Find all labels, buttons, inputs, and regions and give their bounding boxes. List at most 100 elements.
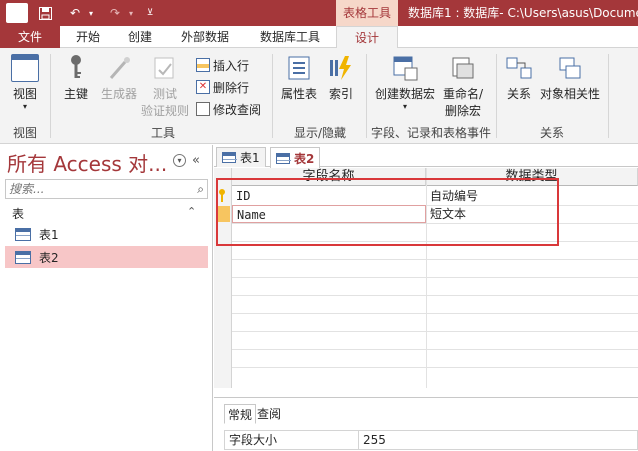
nav-item-table1[interactable]: 表1 — [5, 223, 208, 245]
object-dependencies-label: 对象相关性 — [539, 87, 600, 101]
redo-dropdown-icon[interactable]: ▾ — [126, 3, 136, 23]
nav-title-buttons: ▾ « — [173, 153, 200, 168]
delete-rows-button[interactable]: ✕ 删除行 — [196, 78, 249, 96]
access-app-icon[interactable]: A — [6, 3, 28, 23]
group-separator — [50, 54, 51, 138]
modify-lookups-label: 修改查阅 — [213, 102, 262, 117]
table-icon — [276, 152, 291, 164]
primary-key-label: 主键 — [63, 87, 88, 101]
property-row-field-size[interactable]: 字段大小 255 — [224, 430, 638, 450]
insert-rows-icon — [196, 58, 210, 72]
table-icon — [15, 227, 31, 241]
doc-tab-table2[interactable]: 表2 — [270, 147, 321, 168]
ribbon: 视图 ▾ 视图 主键 生成器 测试 验证规则 插入行 ✕ 删除行 修改查阅 工具 — [0, 48, 638, 144]
navigation-pane: 所有 Access 对... ▾ « ⌕ 表 ⌃ 表1 表2 — [0, 145, 213, 451]
test-rules-icon — [151, 54, 179, 82]
builder-label: 生成器 — [100, 87, 137, 101]
collapse-group-icon[interactable]: ⌃ — [187, 205, 196, 218]
group-separator — [366, 54, 367, 138]
nav-pane-title[interactable]: 所有 Access 对... — [7, 148, 167, 177]
customize-toolbar-icon[interactable]: ⊻ — [144, 3, 156, 23]
tab-lookup[interactable]: 查阅 — [254, 404, 284, 424]
grid-line — [232, 331, 638, 332]
test-validation-rules-button[interactable]: 测试 验证规则 — [140, 54, 190, 119]
grid-line — [232, 349, 638, 350]
highlight-annotation-box — [216, 178, 559, 246]
grid-line — [232, 277, 638, 278]
contextual-tab-table-tools: 表格工具 — [336, 0, 398, 26]
indexes-button[interactable]: 索引 — [324, 54, 358, 102]
grid-line — [232, 367, 638, 368]
delete-rows-label: 删除行 — [213, 80, 250, 95]
property-sheet-button[interactable]: 属性表 — [278, 54, 320, 102]
create-data-macro-button[interactable]: 创建数据宏 ▾ — [370, 54, 440, 111]
test-rules-label-2: 验证规则 — [140, 104, 189, 118]
tab-file[interactable]: 文件 — [0, 26, 60, 48]
search-icon[interactable]: ⌕ — [197, 182, 204, 197]
tab-home[interactable]: 开始 — [66, 26, 110, 48]
document-tabs: 表1 表2 — [214, 145, 638, 168]
nav-item-label: 表1 — [39, 227, 59, 242]
undo-icon[interactable]: ↶ — [66, 3, 84, 23]
create-macro-dropdown-icon: ▾ — [402, 102, 407, 111]
rename-delete-macro-button[interactable]: 重命名/ 删除宏 — [440, 54, 486, 119]
property-key: 字段大小 — [225, 431, 359, 449]
nav-item-table2[interactable]: 表2 — [5, 246, 208, 268]
group-separator — [272, 54, 273, 138]
data-macro-icon — [391, 54, 419, 82]
tab-database-tools[interactable]: 数据库工具 — [250, 26, 330, 48]
indexes-lightning-icon — [327, 54, 355, 82]
property-value[interactable]: 255 — [359, 431, 637, 449]
field-properties-pane: 常规 查阅 字段大小 255 — [214, 397, 638, 451]
nav-search-box: ⌕ — [5, 179, 208, 199]
shutter-bar-close-icon[interactable]: « — [192, 153, 200, 168]
group-separator — [496, 54, 497, 138]
modify-lookups-icon — [196, 102, 210, 116]
undo-dropdown-icon[interactable]: ▾ — [86, 3, 96, 23]
grid-line — [232, 295, 638, 296]
tab-general[interactable]: 常规 — [224, 404, 257, 424]
rename-macro-label-2: 删除宏 — [444, 104, 481, 118]
nav-search-input[interactable] — [6, 180, 186, 198]
ribbon-tab-bar: 文件 开始 创建 外部数据 数据库工具 设计 — [0, 26, 638, 49]
builder-button[interactable]: 生成器 — [96, 54, 142, 102]
doc-tab-label: 表1 — [240, 151, 260, 165]
group-separator — [608, 54, 609, 138]
group-label-show-hide: 显示/隐藏 — [293, 126, 347, 140]
save-icon[interactable] — [36, 3, 54, 23]
create-data-macro-label: 创建数据宏 — [374, 87, 435, 101]
group-label-field-events: 字段、记录和表格事件 — [370, 126, 491, 140]
primary-key-button[interactable]: 主键 — [58, 54, 94, 102]
grid-line — [232, 259, 638, 260]
tab-external-data[interactable]: 外部数据 — [172, 26, 238, 48]
object-dependencies-button[interactable]: 对象相关性 — [538, 54, 602, 102]
tab-create[interactable]: 创建 — [118, 26, 162, 48]
view-button[interactable]: 视图 ▾ — [6, 54, 44, 111]
indexes-label: 索引 — [328, 87, 353, 101]
property-sheet-label: 属性表 — [280, 87, 317, 101]
nav-group-tables[interactable]: 表 — [12, 205, 24, 222]
title-bar: A ↶ ▾ ↷ ▾ ⊻ 表格工具 数据库1 : 数据库- C:\Users\as… — [0, 0, 638, 26]
rename-macro-icon — [449, 54, 477, 82]
nav-item-label: 表2 — [39, 250, 59, 265]
test-rules-label-1: 测试 — [152, 87, 177, 101]
relationships-button[interactable]: 关系 — [502, 54, 536, 102]
insert-rows-label: 插入行 — [213, 58, 250, 73]
nav-menu-dropdown-icon[interactable]: ▾ — [173, 154, 186, 167]
view-button-label: 视图 — [12, 87, 37, 101]
group-label-relationships: 关系 — [539, 126, 564, 140]
doc-tab-table1[interactable]: 表1 — [216, 147, 266, 167]
builder-wand-icon — [105, 54, 133, 82]
tab-design[interactable]: 设计 — [336, 26, 398, 49]
window-title: 数据库1 : 数据库- C:\Users\asus\Docume — [408, 6, 638, 20]
group-label-tools: 工具 — [150, 126, 175, 140]
redo-icon[interactable]: ↷ — [106, 3, 124, 23]
table-icon — [222, 152, 237, 163]
doc-tab-label: 表2 — [294, 151, 315, 166]
insert-rows-button[interactable]: 插入行 — [196, 56, 249, 74]
relationships-label: 关系 — [506, 87, 531, 101]
modify-lookups-button[interactable]: 修改查阅 — [196, 100, 261, 118]
grid-line — [232, 313, 638, 314]
relationships-icon — [505, 54, 533, 82]
view-dropdown-icon: ▾ — [22, 102, 27, 111]
